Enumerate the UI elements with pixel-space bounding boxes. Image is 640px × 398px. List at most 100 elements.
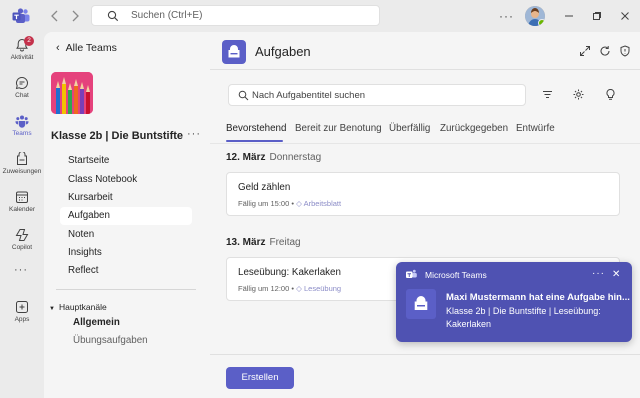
assignment-title: Geld zählen: [238, 182, 291, 193]
channel-item-insights[interactable]: Insights: [60, 244, 192, 262]
expand-icon[interactable]: [579, 45, 591, 57]
presence-available-icon: [538, 19, 545, 26]
team-options-button[interactable]: ···: [187, 128, 201, 140]
tab-ueberfaellig[interactable]: Überfällig: [389, 123, 430, 134]
toast-body: Klasse 2b | Die Buntstifte | Leseübung: …: [446, 306, 601, 329]
toast-close-button[interactable]: ✕: [612, 269, 620, 280]
tag-icon: ◇: [296, 199, 302, 208]
divider: [210, 354, 640, 355]
assignment-tag: Leseübung: [303, 284, 342, 293]
date-group-header: 12. März Donnerstag: [226, 152, 321, 163]
copilot-icon: [15, 228, 29, 242]
avatar[interactable]: [525, 6, 545, 26]
rail-label: Zuweisungen: [2, 168, 42, 175]
team-name: Klasse 2b | Die Buntstifte: [51, 130, 184, 142]
teams-icon: [15, 114, 29, 128]
assignment-search-input[interactable]: Nach Aufgabentitel suchen: [228, 84, 526, 106]
tab-bevorstehend[interactable]: Bevorstehend: [226, 123, 286, 134]
channel-item-aufgaben[interactable]: Aufgaben: [60, 207, 192, 225]
global-search-placeholder: Suchen (Ctrl+E): [131, 10, 203, 21]
tab-entwuerfe[interactable]: Entwürfe: [516, 123, 555, 134]
assignment-tag: Arbeitsblatt: [303, 199, 342, 208]
create-button[interactable]: Erstellen: [226, 367, 294, 389]
close-icon[interactable]: [619, 10, 631, 22]
more-apps-button[interactable]: ···: [14, 264, 28, 276]
rail-item-chat[interactable]: Chat: [0, 72, 44, 110]
assignment-title: Leseübung: Kakerlaken: [238, 267, 341, 278]
notification-badge: 2: [24, 36, 34, 46]
rail-item-activity[interactable]: 2 Aktivität: [0, 34, 44, 72]
toast-app-name: Microsoft Teams: [425, 270, 487, 280]
search-icon: [238, 90, 249, 101]
tag-icon: ◇: [296, 284, 302, 293]
back-arrow-icon[interactable]: [48, 9, 62, 23]
rail-label: Apps: [14, 316, 30, 323]
global-search-input[interactable]: Suchen (Ctrl+E): [91, 5, 380, 26]
title-bar: Suchen (Ctrl+E) ···: [0, 0, 640, 32]
caret-down-icon: ▼: [49, 306, 55, 312]
rail-label: Kalender: [8, 206, 36, 213]
divider: [56, 289, 196, 290]
tab-zurueckgegeben[interactable]: Zurückgegeben: [440, 123, 508, 134]
rail-item-calendar[interactable]: Kalender: [0, 186, 44, 224]
due-time: Fällig um 12:00: [238, 284, 290, 293]
teams-logo-icon: [406, 269, 417, 280]
channel-item-class-notebook[interactable]: Class Notebook: [60, 171, 192, 189]
rail-label: Teams: [12, 130, 32, 137]
separator: •: [291, 199, 295, 208]
app-rail: 2 Aktivität Chat Teams Zuweisungen Kalen…: [0, 32, 44, 398]
apps-icon: [15, 300, 29, 314]
assignment-search-placeholder: Nach Aufgabentitel suchen: [252, 90, 366, 101]
rail-item-copilot[interactable]: Copilot: [0, 224, 44, 262]
forward-arrow-icon[interactable]: [68, 9, 82, 23]
weekday-label: Freitag: [269, 237, 301, 248]
gear-icon[interactable]: [572, 88, 585, 101]
maximize-icon[interactable]: [591, 10, 603, 22]
channel-item-noten[interactable]: Noten: [60, 226, 192, 244]
notification-toast[interactable]: Microsoft Teams ··· ✕ Maxi Mustermann ha…: [396, 262, 632, 342]
rail-label: Copilot: [11, 244, 33, 251]
refresh-icon[interactable]: [599, 45, 611, 57]
channel-item-startseite[interactable]: Startseite: [60, 152, 192, 170]
active-tab-indicator: [226, 140, 283, 142]
search-icon: [107, 10, 119, 22]
rail-label: Aktivität: [10, 54, 34, 61]
chat-icon: [15, 76, 29, 90]
toast-heading: Maxi Mustermann hat eine Aufgabe hin...: [446, 292, 630, 303]
assignments-app-icon: [406, 289, 436, 319]
weekday-label: Donnerstag: [269, 152, 322, 163]
rail-item-apps[interactable]: Apps: [0, 296, 44, 334]
divider: [210, 143, 640, 144]
assignments-app-icon: [222, 40, 246, 64]
channel-item-allgemein[interactable]: Allgemein: [73, 317, 120, 328]
rail-item-assignments[interactable]: Zuweisungen: [0, 148, 44, 186]
assignments-content: Nach Aufgabentitel suchen Bevorstehend B…: [210, 70, 640, 398]
channel-item-uebungsaufgaben[interactable]: Übungsaufgaben: [73, 335, 148, 346]
chevron-left-icon: ‹: [56, 42, 60, 54]
team-image: [51, 72, 93, 114]
date-label: 12. März: [226, 152, 266, 163]
tab-bereit-zur-benotung[interactable]: Bereit zur Benotung: [295, 123, 382, 134]
page-title: Aufgaben: [255, 44, 311, 59]
filter-icon[interactable]: [541, 88, 554, 101]
lightbulb-icon[interactable]: [604, 88, 617, 101]
back-to-all-teams[interactable]: ‹ Alle Teams: [56, 42, 117, 54]
settings-more-button[interactable]: ···: [499, 9, 514, 23]
section-title: Hauptkanäle: [58, 302, 107, 312]
app-header: Aufgaben: [210, 32, 640, 70]
assignments-icon: [15, 152, 29, 166]
channel-item-reflect[interactable]: Reflect: [60, 262, 192, 280]
date-label: 13. März: [226, 237, 266, 248]
toast-more-button[interactable]: ···: [592, 268, 605, 279]
due-time: Fällig um 15:00: [238, 199, 290, 208]
shield-icon[interactable]: [619, 45, 631, 57]
calendar-icon: [15, 190, 29, 204]
channels-section-header[interactable]: ▼ Hauptkanäle: [49, 302, 107, 312]
assignment-card[interactable]: Geld zählen Fällig um 15:00 • ◇ Arbeitsb…: [226, 172, 620, 216]
assignments-app: Aufgaben Nach Aufgabentitel suchen Bevor: [210, 32, 640, 398]
rail-item-teams[interactable]: Teams: [0, 110, 44, 148]
minimize-icon[interactable]: [563, 10, 575, 22]
channel-item-kursarbeit[interactable]: Kursarbeit: [60, 189, 192, 207]
separator: •: [291, 284, 295, 293]
assignment-meta: Fällig um 15:00 • ◇ Arbeitsblatt: [238, 199, 341, 208]
